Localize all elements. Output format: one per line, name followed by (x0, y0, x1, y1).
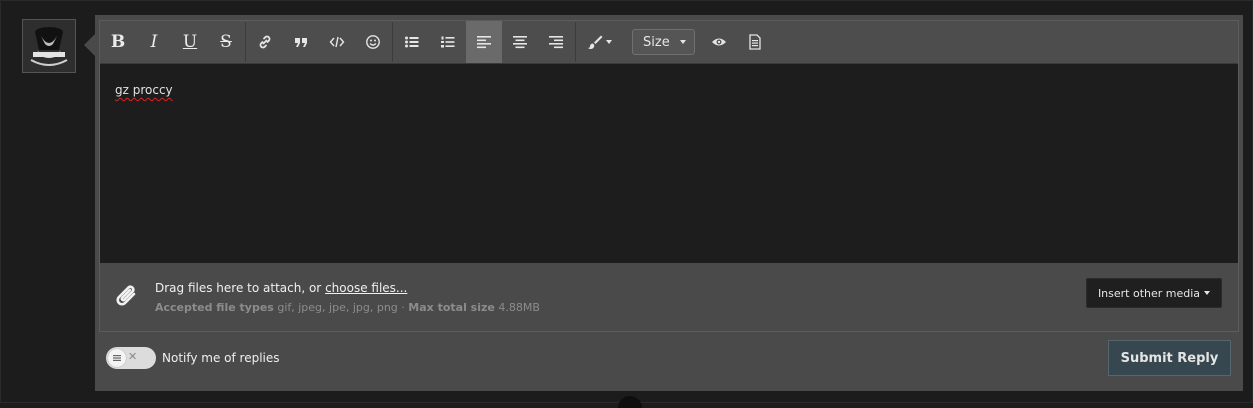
attachment-area: Drag files here to attach, or choose fil… (99, 263, 1239, 332)
constraints-separator: · (397, 301, 409, 314)
attach-instructions: Drag files here to attach, or choose fil… (155, 281, 407, 295)
strikethrough-button[interactable]: S (208, 21, 244, 63)
italic-icon: I (150, 32, 158, 52)
chevron-down-icon (605, 40, 612, 44)
bold-button[interactable]: B (100, 21, 136, 63)
bold-icon: B (110, 32, 126, 52)
choose-files-link[interactable]: choose files... (325, 281, 407, 295)
drag-files-text: Drag files here to attach, or (155, 281, 326, 295)
quote-icon (295, 38, 307, 47)
avatar-pointer (84, 34, 95, 56)
smiley-icon (366, 35, 380, 49)
menu-lines-icon (113, 355, 121, 361)
editor-toolbar: B I U S Size (100, 21, 1238, 64)
font-size-dropdown[interactable]: Size (632, 29, 695, 55)
avatar-emblem-icon (23, 20, 75, 72)
bullet-list-button[interactable] (394, 21, 430, 63)
attach-constraints: Accepted file types gif, jpeg, jpe, jpg,… (155, 301, 540, 314)
max-size-label: Max total size (408, 301, 495, 314)
accepted-types-value: gif, jpeg, jpe, jpg, png (277, 301, 398, 314)
reply-panel: B I U S Size gz proccy Drag files here t… (95, 15, 1243, 391)
insert-media-label: Insert other media (1097, 286, 1201, 300)
toolbar-divider (245, 22, 246, 62)
bullet-list-icon (405, 36, 419, 48)
accepted-types-label: Accepted file types (155, 301, 274, 314)
chevron-down-icon (679, 40, 686, 44)
submit-reply-button[interactable]: Submit Reply (1108, 340, 1231, 376)
font-size-label: Size (643, 34, 670, 50)
preview-button[interactable] (701, 21, 737, 63)
align-right-button[interactable] (538, 21, 574, 63)
eye-icon (711, 38, 726, 46)
paintbrush-icon (587, 35, 602, 50)
numbered-list-icon (441, 36, 455, 48)
quote-button[interactable] (283, 21, 319, 63)
underline-button[interactable]: U (172, 21, 208, 63)
insert-media-button[interactable]: Insert other media (1086, 278, 1222, 308)
toggle-off-icon: ✕ (128, 350, 138, 363)
numbered-list-button[interactable] (430, 21, 466, 63)
underline-icon: U (182, 32, 198, 52)
avatar[interactable] (22, 19, 76, 73)
chevron-down-icon (1204, 291, 1211, 295)
notify-toggle[interactable]: ✕ (106, 347, 156, 369)
document-icon (749, 34, 761, 50)
link-button[interactable] (247, 21, 283, 63)
editor-content[interactable]: gz proccy (115, 83, 173, 97)
drafts-button[interactable] (737, 21, 773, 63)
editor-text: gz proccy (115, 83, 173, 97)
emoji-button[interactable] (355, 21, 391, 63)
toolbar-divider (575, 22, 576, 62)
toggle-knob (108, 349, 126, 367)
italic-button[interactable]: I (136, 21, 172, 63)
link-icon (259, 35, 271, 49)
toolbar-divider (392, 22, 393, 62)
max-size-value: 4.88MB (498, 301, 540, 314)
align-right-icon (549, 36, 563, 49)
paperclip-icon (116, 285, 136, 306)
align-left-icon (477, 36, 491, 49)
align-center-button[interactable] (502, 21, 538, 63)
text-color-button[interactable] (577, 21, 621, 63)
strikethrough-icon: S (220, 32, 232, 52)
code-icon (329, 36, 345, 48)
notify-label: Notify me of replies (162, 351, 280, 365)
align-center-icon (513, 36, 527, 49)
align-left-button[interactable] (466, 21, 502, 63)
code-button[interactable] (319, 21, 355, 63)
